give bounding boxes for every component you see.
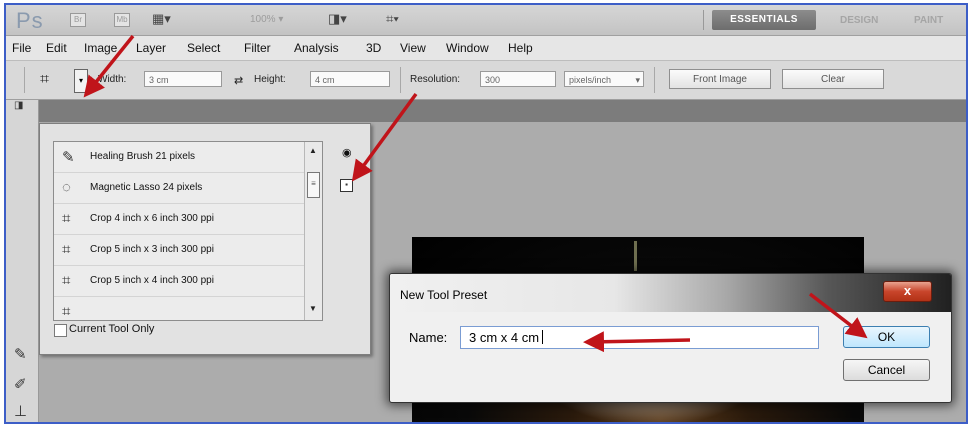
chevron-down-icon: ▾ (635, 75, 640, 85)
bridge-button[interactable]: Br (70, 13, 86, 27)
list-item[interactable]: ⌗ (54, 297, 304, 320)
menu-select[interactable]: Select (187, 41, 220, 55)
width-field[interactable]: 3 cm (144, 71, 222, 87)
crop-icon: ⌗ (62, 241, 71, 258)
cancel-button[interactable]: Cancel (843, 359, 930, 381)
clone-stamp-tool-icon[interactable]: ⊥ (14, 402, 27, 420)
name-label: Name: (409, 330, 448, 345)
healing-brush-icon: ✎ (62, 149, 75, 166)
preset-label: Crop 5 inch x 4 inch 300 ppi (90, 275, 214, 286)
dialog-titlebar[interactable]: New Tool Preset x (390, 274, 951, 312)
crop-icon: ⌗ (62, 303, 71, 320)
menu-analysis[interactable]: Analysis (294, 41, 339, 55)
resolution-label: Resolution: (410, 74, 461, 85)
resolution-unit-value: pixels/inch (569, 75, 612, 85)
panel-menu-icon[interactable]: ◉ (342, 146, 352, 159)
menu-3d[interactable]: 3D (366, 41, 381, 55)
name-input[interactable]: 3 cm x 4 cm (460, 326, 819, 349)
arrange-documents-icon[interactable]: ◨▾ (328, 11, 347, 27)
list-item[interactable]: ⌗ Crop 5 inch x 3 inch 300 ppi (54, 235, 304, 266)
list-item[interactable]: ⌗ Crop 4 inch x 6 inch 300 ppi (54, 204, 304, 235)
divider (654, 67, 655, 93)
divider (703, 10, 704, 30)
resolution-unit-select[interactable]: pixels/inch ▾ (564, 71, 644, 87)
swap-dimensions-icon[interactable]: ⇄ (234, 74, 243, 87)
document-tab-strip (39, 100, 966, 122)
preset-label: Crop 5 inch x 3 inch 300 ppi (90, 244, 214, 255)
front-image-button[interactable]: Front Image (669, 69, 771, 89)
current-tool-only-label: Current Tool Only (69, 323, 155, 335)
close-button[interactable]: x (883, 281, 932, 302)
crop-tool-icon[interactable]: ⌗ (40, 71, 49, 89)
menu-layer[interactable]: Layer (136, 41, 166, 55)
menu-bar: File Edit Image Layer Select Filter Anal… (6, 36, 966, 61)
panel-collapse-icon[interactable]: ◨ (14, 100, 23, 111)
menu-edit[interactable]: Edit (46, 41, 67, 55)
new-preset-icon[interactable]: ▪ (340, 179, 353, 192)
clear-button[interactable]: Clear (782, 69, 884, 89)
screen-layout-icon[interactable]: ⌗▾ (386, 11, 399, 27)
scrollbar[interactable]: ▲ ≡ ▼ (304, 142, 322, 320)
screenshot-frame: Ps Br Mb ▦▾ 100% ▾ ◨▾ ⌗▾ ESSENTIALS DESI… (4, 3, 968, 424)
preset-list: ✎ Healing Brush 21 pixels ◌ Magnetic Las… (53, 141, 323, 321)
zoom-level[interactable]: 100% ▾ (250, 14, 283, 25)
screen-mode-icon[interactable]: ▦▾ (152, 11, 171, 27)
divider (400, 67, 401, 93)
list-item[interactable]: ⌗ Crop 5 inch x 4 inch 300 ppi (54, 266, 304, 297)
preset-label: Magnetic Lasso 24 pixels (90, 182, 203, 193)
tools-panel: ◨ ✎ ✐ ⊥ (6, 100, 39, 422)
crop-icon: ⌗ (62, 210, 71, 227)
menu-window[interactable]: Window (446, 41, 489, 55)
scroll-thumb[interactable]: ≡ (307, 172, 320, 198)
height-field[interactable]: 4 cm (310, 71, 390, 87)
preset-label: Healing Brush 21 pixels (90, 151, 196, 162)
dialog-title: New Tool Preset (400, 288, 488, 302)
application-bar: Ps Br Mb ▦▾ 100% ▾ ◨▾ ⌗▾ ESSENTIALS DESI… (6, 5, 966, 36)
grip (24, 67, 25, 93)
menu-image[interactable]: Image (84, 41, 117, 55)
width-label: Width: (98, 74, 127, 85)
brush-tool-icon[interactable]: ✐ (14, 375, 27, 393)
current-tool-only-checkbox[interactable] (54, 324, 67, 337)
zoom-value: 100% (250, 14, 276, 25)
photo-detail (634, 241, 637, 271)
menu-view[interactable]: View (400, 41, 426, 55)
tool-preset-panel: ✎ Healing Brush 21 pixels ◌ Magnetic Las… (39, 123, 371, 355)
magnetic-lasso-icon: ◌ (62, 179, 71, 196)
new-tool-preset-dialog: New Tool Preset x Name: 3 cm x 4 cm OK C… (389, 273, 952, 403)
name-value: 3 cm x 4 cm (469, 330, 540, 345)
workspace-design[interactable]: DESIGN (840, 15, 878, 26)
list-item[interactable]: ✎ Healing Brush 21 pixels (54, 142, 304, 173)
tool-options-bar: ⌗ ▾ Width: 3 cm ⇄ Height: 4 cm Resolutio… (6, 61, 966, 100)
text-cursor (542, 330, 544, 344)
mini-bridge-button[interactable]: Mb (114, 13, 130, 27)
workspace-painting[interactable]: PAINT (914, 15, 943, 26)
photoshop-logo: Ps (16, 8, 44, 33)
preset-label: Crop 4 inch x 6 inch 300 ppi (90, 213, 214, 224)
crop-icon: ⌗ (62, 272, 71, 289)
list-item[interactable]: ◌ Magnetic Lasso 24 pixels (54, 173, 304, 204)
healing-brush-tool-icon[interactable]: ✎ (14, 345, 27, 363)
ok-button[interactable]: OK (843, 326, 930, 348)
tool-preset-picker-button[interactable]: ▾ (74, 69, 88, 93)
menu-filter[interactable]: Filter (244, 41, 271, 55)
scroll-down-icon[interactable]: ▼ (309, 304, 317, 313)
workspace-essentials[interactable]: ESSENTIALS (712, 10, 816, 30)
height-label: Height: (254, 74, 286, 85)
resolution-field[interactable]: 300 (480, 71, 556, 87)
menu-help[interactable]: Help (508, 41, 533, 55)
close-icon: x (903, 283, 912, 298)
dialog-body: Name: 3 cm x 4 cm OK Cancel (396, 313, 943, 396)
menu-file[interactable]: File (12, 41, 31, 55)
scroll-up-icon[interactable]: ▲ (309, 146, 317, 155)
